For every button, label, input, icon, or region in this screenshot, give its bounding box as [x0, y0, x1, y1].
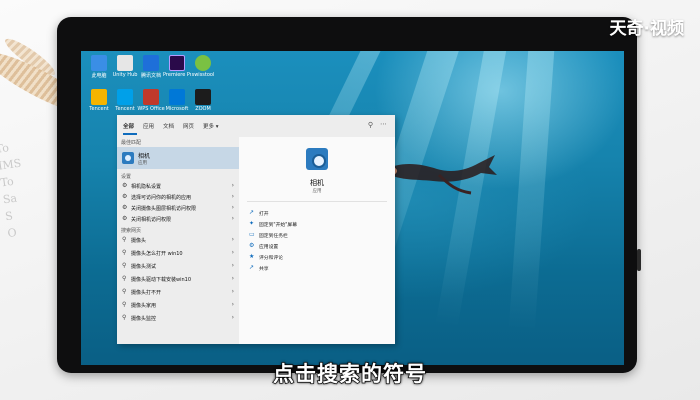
chevron-right-icon: › — [231, 262, 234, 269]
light-ray — [508, 51, 557, 332]
desktop-icon[interactable]: swisstool — [189, 55, 217, 78]
video-subtitle: 点击搜索的符号 — [272, 361, 427, 386]
search-icon: ⚲ — [122, 314, 127, 321]
computer-icon — [91, 55, 107, 71]
chevron-right-icon: › — [231, 204, 234, 211]
web-search-item[interactable]: ⚲ 摄像头监控 › — [117, 313, 239, 323]
chevron-right-icon: › — [231, 301, 234, 308]
settings-item[interactable]: ⚙ 相机隐私设置 › — [117, 181, 239, 191]
settings-item[interactable]: ⚙ 选择可访问你的相机的应用 › — [117, 192, 239, 202]
settings-icon: ⚙ — [122, 182, 128, 189]
gear-icon: ⚙ — [249, 242, 255, 249]
desktop-icon[interactable]: Tencent — [85, 89, 113, 112]
pin-icon: ✦ — [249, 220, 255, 227]
settings-item[interactable]: ⚙ 关闭相机访问权限 › — [117, 214, 239, 224]
search-tabs: 全部 应用 文档 网页 更多 ▾ ⚲ ⋯ — [117, 115, 395, 137]
detail-app-type: 应用 — [312, 189, 322, 194]
chevron-right-icon: › — [231, 314, 234, 321]
desktop-screen: 此电脑 Unity Hub 腾讯文档 Premiere Pro swisstoo… — [81, 51, 624, 365]
web-search-item[interactable]: ⚲ 摄像头 › — [117, 235, 239, 245]
search-icon: ⚲ — [122, 301, 127, 308]
settings-icon: ⚙ — [122, 193, 128, 200]
camera-icon — [306, 148, 328, 170]
search-icon: ⚲ — [122, 288, 127, 295]
premiere-icon — [169, 55, 185, 71]
microsoft-icon — [169, 89, 185, 105]
start-search-panel: 全部 应用 文档 网页 更多 ▾ ⚲ ⋯ 最佳匹配 相机 应用 设置 ⚙ 相机隐… — [117, 115, 395, 344]
monitor-button — [637, 249, 641, 271]
best-match-type: 应用 — [138, 161, 147, 166]
tencent-docs-icon — [143, 55, 159, 71]
desktop-icon[interactable]: 腾讯文档 — [137, 55, 165, 79]
notebook-decoration: 8 To IMS To Sa S O — [0, 125, 23, 241]
open-icon: ↗ — [249, 209, 255, 216]
detail-app-name: 相机 — [310, 179, 324, 187]
swisstool-icon — [195, 55, 211, 71]
chevron-right-icon: › — [231, 193, 234, 200]
desktop-icon[interactable]: Premiere Pro — [163, 55, 191, 78]
web-search-item[interactable]: ⚲ 摄像头打不开 › — [117, 287, 239, 297]
detail-pane: 相机 应用 ↗ 打开 ✦ 固定到"开始"屏幕 ▭ 固定到任务栏 ⚙ 应用设置 ★… — [239, 137, 395, 344]
tab-apps[interactable]: 应用 — [143, 122, 154, 130]
watermark-logo: 天奇·视频 — [609, 19, 684, 39]
search-icon: ⚲ — [122, 262, 127, 269]
settings-item[interactable]: ⚙ 关闭摄像头图层相机访问权限 › — [117, 203, 239, 213]
desktop-icon[interactable]: ZOOM — [189, 89, 217, 112]
taskbar-icon: ▭ — [249, 231, 255, 238]
search-icon: ⚲ — [122, 275, 127, 282]
tab-more[interactable]: 更多 ▾ — [203, 122, 219, 130]
tencent-icon — [117, 89, 133, 105]
web-search-item[interactable]: ⚲ 摄像头怎么打开 win10 › — [117, 248, 239, 258]
chevron-right-icon: › — [231, 249, 234, 256]
active-tab-indicator — [123, 133, 137, 135]
folder-icon — [91, 89, 107, 105]
search-icon: ⚲ — [122, 249, 127, 256]
camera-icon — [122, 152, 134, 164]
chevron-right-icon: › — [231, 215, 234, 222]
divider — [247, 201, 387, 202]
desktop-icon[interactable]: Tencent — [111, 89, 139, 112]
wps-icon — [143, 89, 159, 105]
best-match-item[interactable]: 相机 应用 — [117, 147, 239, 169]
web-search-item[interactable]: ⚲ 摄像头测试 › — [117, 261, 239, 271]
star-icon: ★ — [249, 253, 255, 260]
settings-icon: ⚙ — [122, 215, 128, 222]
tab-web[interactable]: 网页 — [183, 122, 194, 130]
web-search-item[interactable]: ⚲ 摄像头驱动下载安装win10 › — [117, 274, 239, 284]
desktop-icon[interactable]: WPS Office — [137, 89, 165, 112]
desktop-icon[interactable]: 此电脑 — [85, 55, 113, 79]
tab-documents[interactable]: 文档 — [163, 122, 174, 130]
desktop-icon[interactable]: Unity Hub — [111, 55, 139, 78]
chevron-right-icon: › — [231, 236, 234, 243]
tab-all[interactable]: 全部 — [123, 122, 134, 130]
share-icon: ↗ — [249, 264, 255, 271]
chevron-right-icon: › — [231, 275, 234, 282]
section-heading-settings: 设置 — [121, 174, 132, 180]
section-heading-best-match: 最佳匹配 — [121, 140, 142, 146]
zoom-icon — [195, 89, 211, 105]
unity-icon — [117, 55, 133, 71]
search-feedback-icon[interactable]: ⚲ — [368, 121, 373, 129]
swimmer-image — [383, 155, 497, 195]
monitor: 此电脑 Unity Hub 腾讯文档 Premiere Pro swisstoo… — [57, 17, 641, 373]
best-match-name: 相机 — [138, 153, 151, 160]
more-options-icon[interactable]: ⋯ — [380, 120, 387, 128]
desktop-icon[interactable]: Microsoft — [163, 89, 191, 112]
settings-icon: ⚙ — [122, 204, 128, 211]
section-heading-web: 搜索网页 — [121, 228, 142, 234]
search-icon: ⚲ — [122, 236, 127, 243]
web-search-item[interactable]: ⚲ 摄像头家用 › — [117, 300, 239, 310]
chevron-right-icon: › — [231, 182, 234, 189]
chevron-right-icon: › — [231, 288, 234, 295]
